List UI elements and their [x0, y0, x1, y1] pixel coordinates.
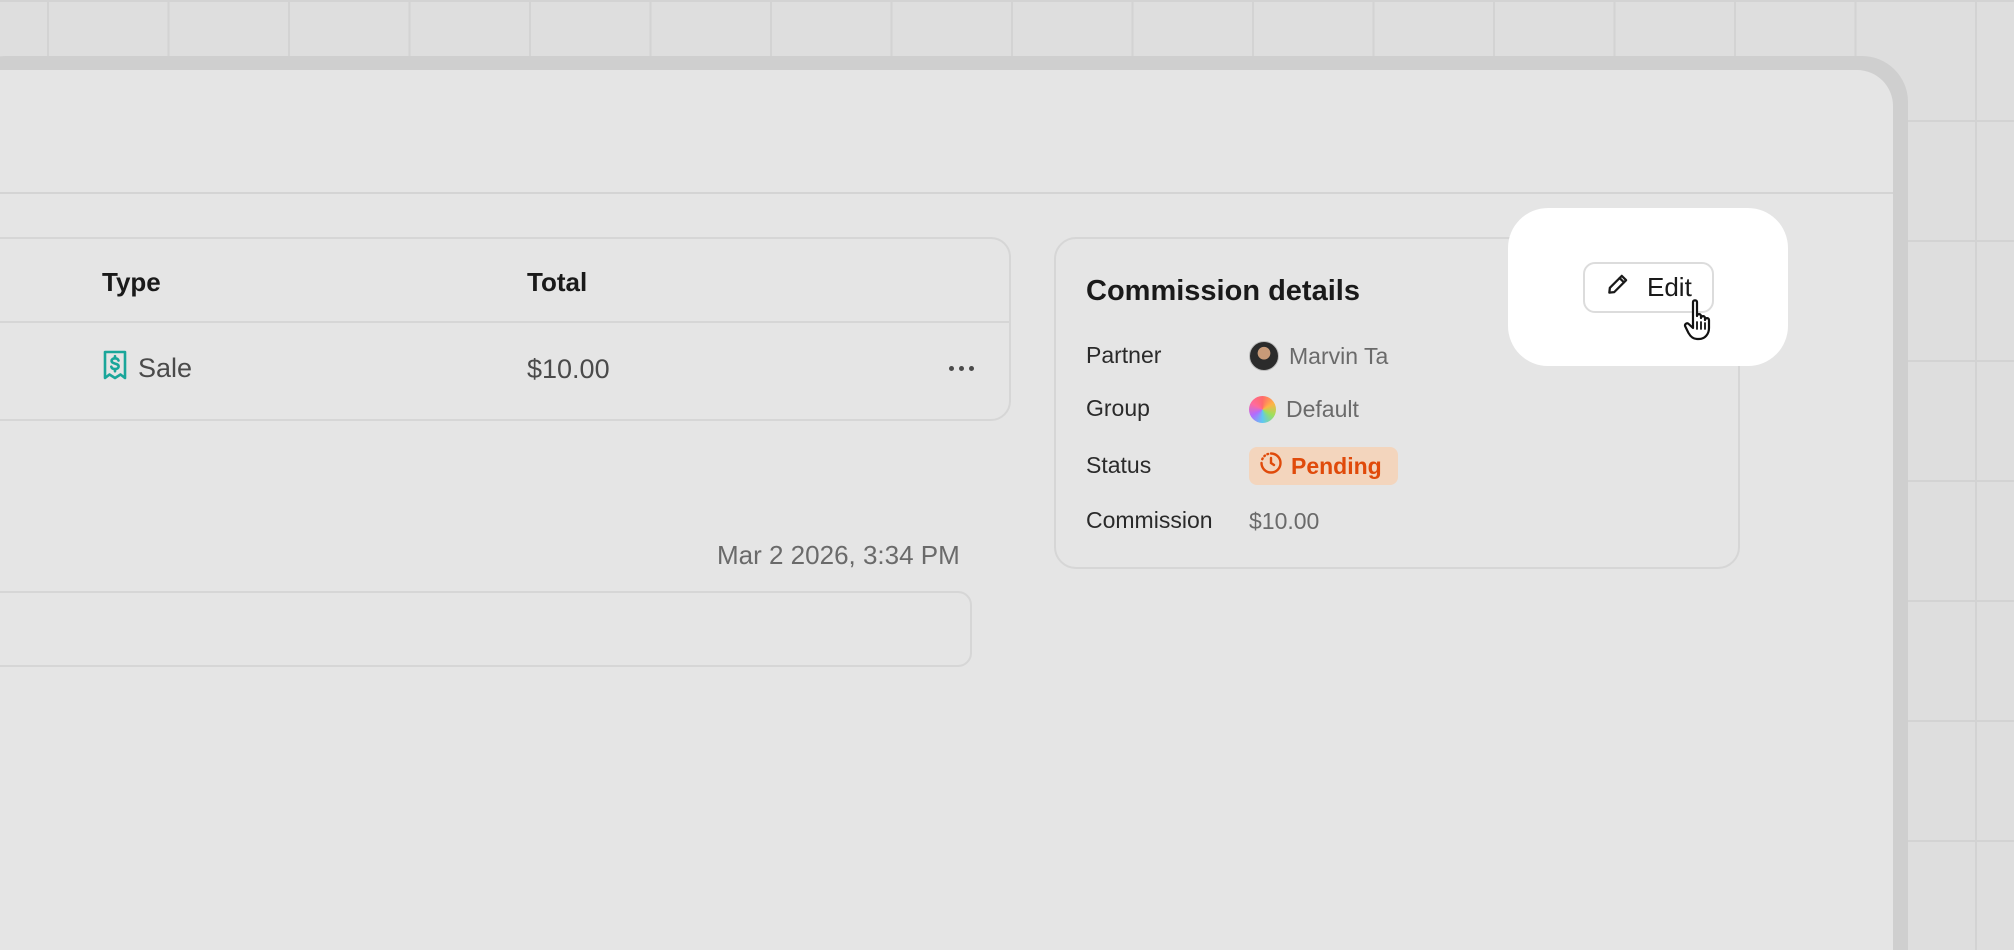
- group-value[interactable]: Default: [1249, 389, 1359, 429]
- column-header-type[interactable]: Type: [102, 267, 161, 298]
- group-color-icon: [1249, 395, 1276, 423]
- commission-details-title: Commission details: [1086, 275, 1360, 307]
- detail-row-status: Status Pending: [1086, 446, 1686, 486]
- detail-label: Partner: [1086, 342, 1162, 368]
- hand-pointer-icon: [1683, 299, 1711, 341]
- group-name: Default: [1286, 395, 1359, 422]
- detail-label: Status: [1086, 452, 1152, 478]
- more-horizontal-icon: [948, 365, 954, 371]
- status-text: Pending: [1291, 452, 1382, 479]
- commission-value: $10.00: [1249, 507, 1320, 534]
- clock-dashed-icon: [1259, 451, 1283, 481]
- column-header-total[interactable]: Total: [527, 267, 587, 298]
- partner-name: Marvin Ta: [1289, 342, 1389, 369]
- detail-label: Commission: [1086, 507, 1213, 533]
- transactions-table: Type Total Sale $10.00: [0, 237, 1011, 421]
- status-value: Pending: [1249, 446, 1398, 486]
- avatar: [1249, 341, 1279, 371]
- detail-row-group: Group Default: [1086, 389, 1686, 429]
- partner-value[interactable]: Marvin Ta: [1249, 336, 1388, 376]
- total-cell: $10.00: [527, 354, 610, 384]
- table-row[interactable]: Sale $10.00: [0, 323, 1009, 419]
- status-badge: Pending: [1249, 447, 1398, 485]
- receipt-dollar-icon: [102, 350, 128, 387]
- row-actions-button[interactable]: [943, 353, 979, 383]
- table-header: Type Total: [0, 239, 1009, 323]
- header-divider: [0, 192, 1893, 194]
- detail-label: Group: [1086, 395, 1150, 421]
- type-label: Sale: [138, 353, 193, 383]
- pencil-icon: [1605, 271, 1631, 304]
- type-cell: Sale: [102, 350, 192, 387]
- detail-row-commission: Commission $10.00: [1086, 501, 1686, 541]
- activity-timestamp: Mar 2 2026, 3:34 PM: [717, 540, 960, 570]
- comment-input[interactable]: [0, 591, 972, 667]
